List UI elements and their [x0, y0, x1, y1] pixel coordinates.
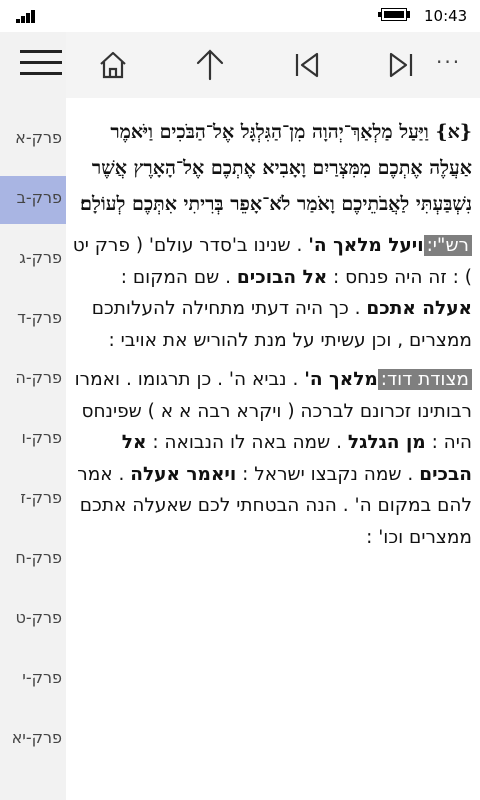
- chapter-label: פרק-א: [15, 128, 62, 147]
- chapter-label: פרק-ד: [17, 308, 62, 327]
- toolbar: ···: [66, 32, 480, 98]
- rashi-commentary: רש"י:ויעל מלאך ה' . שנינו ב'סדר עולם' ( …: [66, 230, 480, 356]
- chapter-label: פרק-ג: [19, 248, 62, 267]
- commentary-text: . שמה באה לו הנבואה :: [146, 432, 348, 453]
- commentary-heading: ויאמר אעלה: [130, 463, 237, 485]
- signal-strength-icon: [16, 9, 40, 23]
- sidebar-chapter-item[interactable]: פרק-ח: [0, 536, 66, 584]
- sidebar-chapter-item[interactable]: פרק-ז: [0, 476, 66, 524]
- previous-icon[interactable]: [290, 48, 324, 82]
- rashi-label: רש"י:: [423, 235, 472, 256]
- sidebar-chapter-item[interactable]: פרק-ב: [0, 176, 66, 224]
- next-icon[interactable]: [384, 48, 418, 82]
- chapter-sidebar: פרק-א פרק-ב פרק-ג פרק-ד פרק-ה פרק-ו פרק-ז פרק-ח…: [0, 32, 66, 800]
- sidebar-chapter-item[interactable]: פרק-ט: [0, 596, 66, 644]
- clock: 10:43: [424, 7, 468, 25]
- commentary-heading: אעלה אתכם: [366, 298, 472, 319]
- verse-text: {א} וַיַּעַל מַלְאַךְ־יְהוָה מִן־הַגִּלְ…: [80, 121, 472, 215]
- commentary-text: . שם המקום :: [120, 266, 237, 288]
- sidebar-chapter-item[interactable]: פרק-ו: [0, 416, 66, 464]
- hamburger-menu-icon[interactable]: [20, 50, 62, 78]
- chapter-label: פרק-ח: [15, 548, 62, 567]
- chapter-label: פרק-ה: [15, 368, 62, 387]
- chapter-label: פרק-י: [22, 668, 62, 687]
- more-options-button[interactable]: ···: [436, 50, 461, 74]
- home-icon[interactable]: [96, 48, 130, 82]
- chapter-label: פרק-יא: [11, 728, 62, 747]
- metzudat-david-label: מצודת דוד:: [377, 369, 472, 390]
- chapter-label: פרק-ט: [15, 608, 62, 627]
- commentary-heading: מלאך ה': [304, 369, 378, 390]
- metzudat-david-commentary: מצודת דוד:מלאך ה' . נביא ה' . כן תרגומו …: [66, 364, 480, 553]
- battery-icon: [378, 8, 410, 23]
- commentary-text: . שמה נקבצו ישראל :: [236, 463, 420, 485]
- up-arrow-icon[interactable]: [193, 48, 227, 82]
- sidebar-chapter-item[interactable]: פרק-ג: [0, 236, 66, 284]
- sidebar-chapter-item[interactable]: פרק-ד: [0, 296, 66, 344]
- sidebar-chapter-item[interactable]: פרק-יא: [0, 716, 66, 764]
- chapter-label: פרק-ב: [16, 188, 62, 207]
- sidebar-chapter-item[interactable]: פרק-א: [0, 116, 66, 164]
- chapter-label: פרק-ו: [21, 428, 62, 447]
- commentary-heading: ויעל מלאך ה': [308, 235, 424, 256]
- sidebar-chapter-item[interactable]: פרק-ה: [0, 356, 66, 404]
- commentary-heading: אל הבוכים: [236, 266, 328, 288]
- status-bar: 10:43: [0, 0, 480, 32]
- reading-pane: {א} וַיַּעַל מַלְאַךְ־יְהוָה מִן־הַגִּלְ…: [66, 98, 480, 800]
- sidebar-chapter-item[interactable]: פרק-י: [0, 656, 66, 704]
- commentary-heading: מן הגלגל: [347, 432, 426, 453]
- chapter-label: פרק-ז: [20, 488, 62, 507]
